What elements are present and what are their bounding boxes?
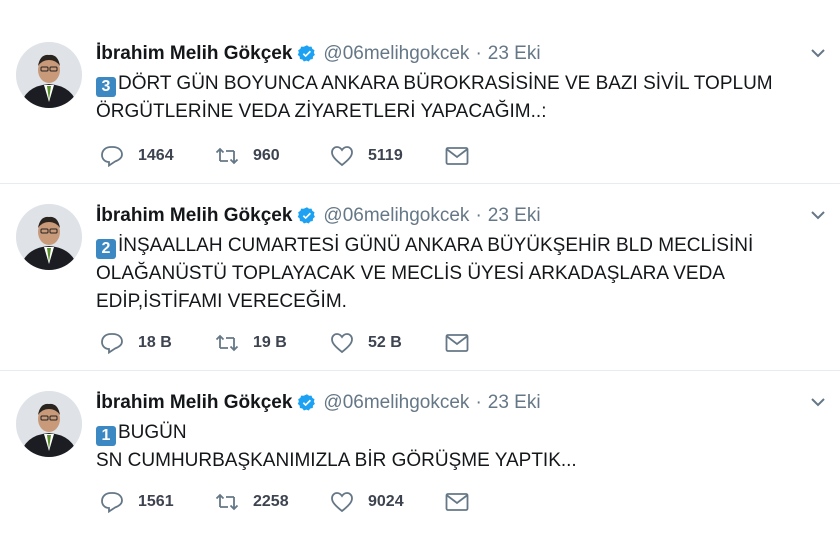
like-count: 52 B bbox=[368, 334, 402, 351]
heart-icon bbox=[331, 333, 353, 354]
like-count: 9024 bbox=[368, 493, 404, 510]
tweet-text: 3 DÖRT GÜN BOYUNCA ANKARA BÜROKRASİSİNE V… bbox=[96, 70, 816, 126]
tweet-text-line: ÖRGÜTLERİNE VEDA ZİYARETLERİ YAPACAĞIM..… bbox=[96, 101, 547, 122]
reply-count: 18 B bbox=[138, 334, 172, 351]
reply-button[interactable]: 18 B bbox=[100, 332, 215, 354]
separator-dot: · bbox=[475, 205, 482, 226]
retweet-button[interactable]: 960 bbox=[215, 145, 330, 167]
timestamp[interactable]: 23 Eki bbox=[488, 205, 541, 227]
avatar-image bbox=[16, 204, 82, 270]
tweet[interactable]: İbrahim Melih Gökçek @06melihgokcek · 23… bbox=[0, 371, 840, 560]
author-handle[interactable]: @06melihgokcek bbox=[323, 392, 469, 414]
reply-count: 1464 bbox=[138, 147, 174, 164]
retweet-icon bbox=[215, 493, 239, 511]
keycap-number-emoji: 1 bbox=[96, 426, 116, 446]
tweet-text-segment: İNŞAALLAH CUMARTESİ GÜNÜ ANKARA BÜYÜKŞEH… bbox=[118, 235, 754, 256]
avatar[interactable] bbox=[16, 42, 82, 108]
chevron-down-icon[interactable] bbox=[810, 208, 826, 220]
keycap-number-emoji: 3 bbox=[96, 77, 116, 97]
heart-icon bbox=[331, 492, 353, 513]
envelope-icon bbox=[445, 493, 469, 511]
author-name[interactable]: İbrahim Melih Gökçek bbox=[96, 205, 292, 227]
reply-button[interactable]: 1464 bbox=[100, 145, 215, 167]
tweet-text-line: OLAĞANÜSTÜ TOPLAYACAK VE MECLİS ÜYESİ AR… bbox=[96, 263, 725, 284]
verified-badge-icon bbox=[297, 44, 317, 64]
tweet-text-segment: DÖRT GÜN BOYUNCA ANKARA BÜROKRASİSİNE VE… bbox=[118, 73, 773, 94]
reply-count: 1561 bbox=[138, 493, 174, 510]
retweet-icon bbox=[215, 334, 239, 352]
retweet-count: 960 bbox=[253, 147, 280, 164]
retweet-button[interactable]: 2258 bbox=[215, 491, 330, 513]
like-button[interactable]: 9024 bbox=[330, 491, 445, 513]
avatar-image bbox=[16, 42, 82, 108]
separator-dot: · bbox=[475, 43, 482, 64]
timestamp[interactable]: 23 Eki bbox=[488, 392, 541, 414]
author-handle[interactable]: @06melihgokcek bbox=[323, 43, 469, 65]
reply-button[interactable]: 1561 bbox=[100, 491, 215, 513]
keycap-number-emoji: 2 bbox=[96, 239, 116, 259]
direct-message-button[interactable] bbox=[445, 145, 483, 167]
tweet-header: İbrahim Melih Gökçek @06melihgokcek · 23… bbox=[96, 204, 541, 228]
tweet[interactable]: İbrahim Melih Gökçek @06melihgokcek · 23… bbox=[0, 0, 840, 184]
tweet-header: İbrahim Melih Gökçek @06melihgokcek · 23… bbox=[96, 391, 541, 415]
avatar[interactable] bbox=[16, 391, 82, 457]
tweet-text-line: 2 İNŞAALLAH CUMARTESİ GÜNÜ ANKARA BÜYÜKŞE… bbox=[96, 232, 816, 260]
tweet-text-segment: BUGÜN bbox=[118, 422, 187, 443]
heart-icon bbox=[331, 146, 353, 167]
retweet-button[interactable]: 19 B bbox=[215, 332, 330, 354]
tweet-actions: 1464 960 5119 bbox=[100, 145, 483, 167]
tweet-feed: İbrahim Melih Gökçek @06melihgokcek · 23… bbox=[0, 0, 840, 560]
reply-icon bbox=[101, 333, 123, 354]
reply-icon bbox=[101, 492, 123, 513]
reply-icon bbox=[101, 146, 123, 167]
tweet-header: İbrahim Melih Gökçek @06melihgokcek · 23… bbox=[96, 42, 541, 66]
retweet-count: 19 B bbox=[253, 334, 287, 351]
avatar[interactable] bbox=[16, 204, 82, 270]
tweet-actions: 18 B 19 B 52 B bbox=[100, 332, 483, 354]
tweet-text-line: 1 BUGÜN bbox=[96, 419, 816, 447]
verified-badge-icon bbox=[297, 206, 317, 226]
separator-dot: · bbox=[475, 392, 482, 413]
like-button[interactable]: 52 B bbox=[330, 332, 445, 354]
chevron-down-icon[interactable] bbox=[810, 395, 826, 407]
avatar-image bbox=[16, 391, 82, 457]
retweet-count: 2258 bbox=[253, 493, 289, 510]
envelope-icon bbox=[445, 147, 469, 165]
tweet-actions: 1561 2258 9024 bbox=[100, 491, 483, 513]
tweet-text: 1 BUGÜN SN CUMHURBAŞKANIMIZLA BİR GÖRÜŞME… bbox=[96, 419, 816, 475]
envelope-icon bbox=[445, 334, 469, 352]
direct-message-button[interactable] bbox=[445, 332, 483, 354]
author-name[interactable]: İbrahim Melih Gökçek bbox=[96, 43, 292, 65]
tweet-text-line: SN CUMHURBAŞKANIMIZLA BİR GÖRÜŞME YAPTIK… bbox=[96, 450, 577, 471]
timestamp[interactable]: 23 Eki bbox=[488, 43, 541, 65]
tweet-text-line: EDİP,İSTİFAMI VERECEĞİM. bbox=[96, 291, 347, 312]
like-count: 5119 bbox=[368, 147, 403, 164]
verified-badge-icon bbox=[297, 393, 317, 413]
tweet-text-line: 3 DÖRT GÜN BOYUNCA ANKARA BÜROKRASİSİNE V… bbox=[96, 70, 816, 98]
tweet[interactable]: İbrahim Melih Gökçek @06melihgokcek · 23… bbox=[0, 184, 840, 371]
like-button[interactable]: 5119 bbox=[330, 145, 445, 167]
chevron-down-icon[interactable] bbox=[810, 46, 826, 58]
direct-message-button[interactable] bbox=[445, 491, 483, 513]
tweet-text: 2 İNŞAALLAH CUMARTESİ GÜNÜ ANKARA BÜYÜKŞE… bbox=[96, 232, 816, 316]
author-name[interactable]: İbrahim Melih Gökçek bbox=[96, 392, 292, 414]
author-handle[interactable]: @06melihgokcek bbox=[323, 205, 469, 227]
retweet-icon bbox=[215, 147, 239, 165]
